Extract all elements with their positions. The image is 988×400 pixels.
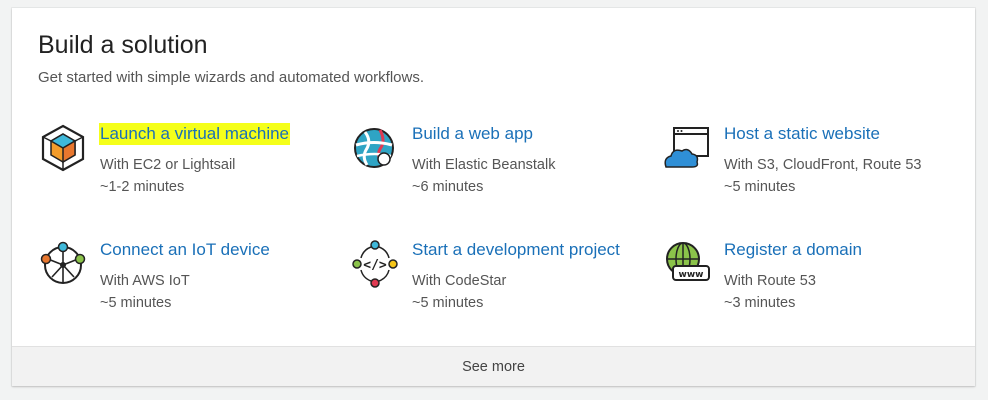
tile-title[interactable]: Connect an IoT device (100, 239, 270, 261)
see-more-button[interactable]: See more (12, 346, 975, 386)
tile-detail: With EC2 or Lightsail (100, 157, 236, 173)
iot-device-icon (38, 239, 88, 289)
static-website-icon (662, 123, 712, 173)
domain-icon: www (662, 239, 712, 289)
tile-start-development-project[interactable]: </> Start a development project With Cod… (350, 239, 650, 329)
tile-detail: With CodeStar (412, 273, 507, 289)
tile-detail: With AWS IoT (100, 273, 190, 289)
tile-title[interactable]: Register a domain (724, 239, 862, 261)
web-app-icon (350, 123, 400, 173)
tile-register-domain[interactable]: www Register a domain With Route 53 ~3 m… (662, 239, 962, 329)
tile-title[interactable]: Host a static website (724, 123, 880, 145)
panel-subtitle: Get started with simple wizards and auto… (38, 69, 424, 86)
tile-title[interactable]: Build a web app (412, 123, 533, 145)
svg-text:www: www (679, 270, 704, 280)
tile-launch-virtual-machine[interactable]: Launch a virtual machine With EC2 or Lig… (38, 123, 338, 213)
tile-connect-iot-device[interactable]: Connect an IoT device With AWS IoT ~5 mi… (38, 239, 338, 329)
panel-title: Build a solution (38, 31, 208, 59)
tile-time: ~5 minutes (412, 295, 484, 311)
svg-text:</>: </> (363, 258, 387, 273)
tile-title[interactable]: Launch a virtual machine (99, 123, 291, 145)
tile-detail: With S3, CloudFront, Route 53 (724, 157, 922, 173)
virtual-machine-icon (38, 123, 88, 173)
tile-time: ~5 minutes (724, 179, 796, 195)
tile-detail: With Elastic Beanstalk (412, 157, 556, 173)
tile-time: ~1-2 minutes (100, 179, 185, 195)
tile-host-static-website[interactable]: Host a static website With S3, CloudFron… (662, 123, 962, 213)
tile-time: ~5 minutes (100, 295, 172, 311)
build-solution-panel: Build a solution Get started with simple… (12, 8, 975, 386)
tile-detail: With Route 53 (724, 273, 816, 289)
tile-time: ~3 minutes (724, 295, 796, 311)
tile-time: ~6 minutes (412, 179, 484, 195)
tile-title[interactable]: Start a development project (412, 239, 620, 261)
see-more-label: See more (462, 358, 525, 375)
tile-build-web-app[interactable]: Build a web app With Elastic Beanstalk ~… (350, 123, 650, 213)
development-project-icon: </> (350, 239, 400, 289)
